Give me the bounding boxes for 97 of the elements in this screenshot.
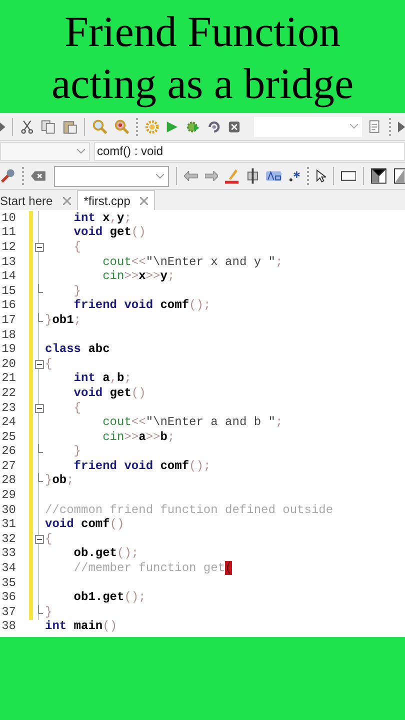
line-number: 32 xyxy=(0,532,16,547)
line-number: 15 xyxy=(0,284,16,299)
code-line: cin>>x>>y; xyxy=(102,269,175,284)
rebuild-icon[interactable] xyxy=(206,118,222,134)
arrow-icon[interactable] xyxy=(0,120,6,132)
line-number: 33 xyxy=(0,546,16,562)
line-number: 36 xyxy=(0,590,16,606)
paste-icon[interactable] xyxy=(62,118,77,134)
code-line: { xyxy=(72,400,82,416)
line-number: 11 xyxy=(0,225,16,240)
code-line: int a,b; xyxy=(72,371,132,386)
line-number: 25 xyxy=(0,430,16,445)
highlighter-icon[interactable] xyxy=(225,168,239,184)
code-line: }ob1; xyxy=(45,312,82,328)
line-number: 13 xyxy=(0,254,16,270)
line-number: 29 xyxy=(0,488,16,504)
rectangle-icon[interactable] xyxy=(340,171,356,181)
split-view-icon[interactable] xyxy=(371,168,387,184)
scissors-icon[interactable] xyxy=(20,118,34,134)
regex-icon[interactable] xyxy=(288,170,300,182)
close-icon[interactable] xyxy=(62,196,71,204)
selection-icon[interactable] xyxy=(246,168,260,184)
right-arrow-icon[interactable] xyxy=(204,171,218,181)
line-number: 26 xyxy=(0,444,16,460)
line-number: 20 xyxy=(0,356,16,372)
fold-toggle-icon[interactable] xyxy=(34,242,44,252)
code-line: { xyxy=(45,356,52,372)
code-line: }ob; xyxy=(45,473,74,488)
file-tab[interactable]: *first.cpp xyxy=(76,190,156,210)
code-line: cout<<"\nEnter a and b "; xyxy=(102,415,283,430)
play-icon[interactable] xyxy=(166,120,179,134)
cursor-icon[interactable] xyxy=(316,169,326,183)
code-line: ob1.get(); xyxy=(72,590,146,606)
fold-toggle-icon[interactable] xyxy=(34,534,44,544)
code-line: void get() xyxy=(72,225,146,240)
fold-end-icon xyxy=(38,604,43,614)
code-line: cout<<"\nEnter x and y "; xyxy=(102,254,283,270)
code-line: { xyxy=(45,532,52,547)
code-line: cin>>a>>b; xyxy=(102,430,175,445)
line-number: 38 xyxy=(0,619,16,634)
play-icon[interactable] xyxy=(398,120,405,132)
title-line: Friend Function xyxy=(64,8,340,58)
code-line: class abc xyxy=(45,342,110,358)
line-number: 10 xyxy=(0,210,16,226)
search-replace-icon[interactable] xyxy=(114,118,129,135)
line-number: 12 xyxy=(0,240,16,255)
code-line: friend void comf(); xyxy=(74,298,211,314)
caret-icon xyxy=(156,174,164,178)
line-number: 31 xyxy=(0,517,16,532)
wrench-icon[interactable] xyxy=(0,168,16,184)
stop-icon[interactable] xyxy=(228,120,241,134)
build-run-icon[interactable] xyxy=(186,118,200,134)
fold-end-icon xyxy=(38,284,43,293)
code-line: } xyxy=(72,444,82,460)
fold-toggle-icon[interactable] xyxy=(34,360,44,369)
line-number: 35 xyxy=(0,576,16,591)
line-number: 34 xyxy=(0,561,16,576)
layout-icon[interactable] xyxy=(394,168,405,184)
caret-icon xyxy=(77,149,85,154)
line-number: 19 xyxy=(0,342,16,358)
line-number: 16 xyxy=(0,298,16,314)
code-line: { xyxy=(72,240,82,255)
code-line: //member function get( xyxy=(72,561,232,576)
code-line: void comf() xyxy=(45,517,124,532)
code-line: int main() xyxy=(45,619,118,634)
line-number: 23 xyxy=(0,400,16,416)
code-line: int x,y; xyxy=(72,210,132,226)
line-number: 30 xyxy=(0,502,16,518)
function-dropdown[interactable]: comf() : void xyxy=(94,142,405,161)
code-line: //common friend function defined outside xyxy=(45,502,334,518)
code-line: ob.get(); xyxy=(72,546,139,562)
fold-toggle-icon[interactable] xyxy=(34,404,44,413)
clear-icon[interactable] xyxy=(31,170,47,182)
title-line: acting as a bridge xyxy=(51,60,354,110)
line-number: 27 xyxy=(0,458,16,474)
code-line: } xyxy=(72,284,82,299)
caret-icon xyxy=(350,124,358,129)
copy-icon[interactable] xyxy=(41,118,56,134)
code-line: } xyxy=(45,604,52,620)
code-line: friend void comf(); xyxy=(72,458,211,474)
document-icon[interactable] xyxy=(369,118,382,134)
line-number: 21 xyxy=(0,371,16,386)
line-number: 37 xyxy=(0,604,16,620)
fold-end-icon xyxy=(38,444,43,454)
left-arrow-icon[interactable] xyxy=(184,171,198,181)
fold-end-icon xyxy=(38,473,43,482)
line-number: 14 xyxy=(0,269,16,284)
line-number: 17 xyxy=(0,312,16,328)
code-line: void get() xyxy=(72,386,146,401)
line-number: 28 xyxy=(0,473,16,488)
line-number: 18 xyxy=(0,328,16,343)
match-case-icon[interactable] xyxy=(266,170,282,182)
line-number: 24 xyxy=(0,415,16,430)
close-icon[interactable] xyxy=(140,196,148,204)
file-tab[interactable]: Start here xyxy=(0,191,77,210)
fold-end-icon xyxy=(38,312,43,322)
line-number: 22 xyxy=(0,386,16,401)
